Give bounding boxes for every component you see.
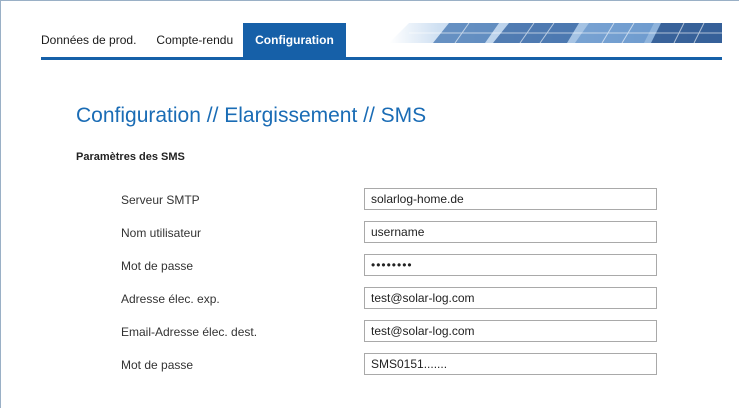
- sms-settings-form: Serveur SMTP Nom utilisateur Mot de pass…: [121, 186, 661, 384]
- section-title: Paramètres des SMS: [76, 151, 185, 163]
- smtp-server-label: Serveur SMTP: [121, 193, 200, 207]
- username-input[interactable]: [364, 221, 657, 243]
- password-label: Mot de passe: [121, 259, 194, 273]
- form-row-username: Nom utilisateur: [121, 219, 661, 252]
- tabs: Données de prod. Compte-rendu Configurat…: [41, 23, 346, 57]
- form-row-sender-address: Adresse élec. exp.: [121, 285, 661, 318]
- solar-panel-banner-icon: [389, 23, 722, 43]
- tab-configuration[interactable]: Configuration: [243, 23, 346, 57]
- sms-password-label: Mot de passe: [121, 358, 194, 372]
- form-row-recipient-address: Email-Adresse élec. dest.: [121, 318, 661, 351]
- form-row-password: Mot de passe: [121, 252, 661, 285]
- username-label: Nom utilisateur: [121, 226, 202, 240]
- tab-production-data[interactable]: Données de prod.: [41, 23, 146, 57]
- recipient-address-label: Email-Adresse élec. dest.: [121, 325, 258, 339]
- tab-report[interactable]: Compte-rendu: [146, 23, 243, 57]
- tab-bar: Données de prod. Compte-rendu Configurat…: [41, 23, 722, 60]
- recipient-address-input[interactable]: [364, 320, 657, 342]
- password-input[interactable]: [364, 254, 657, 276]
- smtp-server-input[interactable]: [364, 188, 657, 210]
- sms-password-input[interactable]: [364, 353, 657, 375]
- tab-underline: [41, 57, 722, 60]
- form-row-smtp-server: Serveur SMTP: [121, 186, 661, 219]
- sender-address-label: Adresse élec. exp.: [121, 292, 220, 306]
- app-window: Données de prod. Compte-rendu Configurat…: [0, 0, 739, 408]
- form-row-sms-password: Mot de passe: [121, 351, 661, 384]
- sender-address-input[interactable]: [364, 287, 657, 309]
- page-title: Configuration // Elargissement // SMS: [76, 104, 427, 127]
